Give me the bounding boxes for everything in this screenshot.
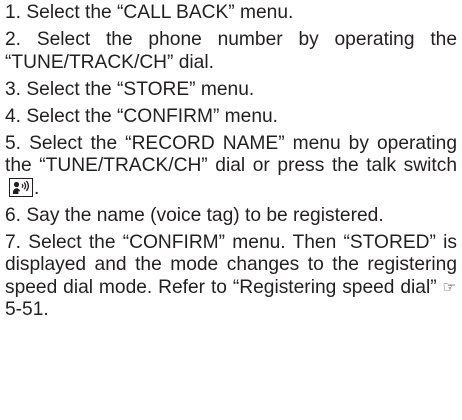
manual-page: { "steps": [ { "number": "1.", "text": "… bbox=[0, 0, 462, 420]
step-text: Select the “STORE” menu. bbox=[26, 78, 255, 100]
procedure-steps: 1. Select the “CALL BACK” menu. 2. Selec… bbox=[5, 2, 457, 326]
step-number: 2. bbox=[5, 28, 22, 50]
step-number: 5. bbox=[5, 132, 22, 154]
step-number: 7. bbox=[5, 231, 22, 253]
step-text: Select the “CONFIRM” menu. bbox=[26, 105, 278, 127]
page-reference-icon: ☞ bbox=[442, 278, 456, 296]
step-text: Select the “CALL BACK” menu. bbox=[26, 2, 294, 23]
step-number: 1. bbox=[5, 2, 22, 23]
step-5: 5. Select the “RECORD NAME” menu by oper… bbox=[5, 133, 457, 201]
reference-page[interactable]: 5-51 bbox=[5, 299, 43, 320]
step-1: 1. Select the “CALL BACK” menu. bbox=[5, 2, 457, 25]
step-text: Say the name (voice tag) to be registere… bbox=[26, 204, 384, 226]
step-3: 3. Select the “STORE” menu. bbox=[5, 79, 457, 102]
step-text-end: . bbox=[43, 299, 49, 321]
step-number: 6. bbox=[5, 204, 22, 226]
step-text-end: . bbox=[34, 177, 40, 199]
step-text: Select the “RECORD NAME” menu by operati… bbox=[5, 132, 457, 177]
step-number: 3. bbox=[5, 78, 22, 100]
step-4: 4. Select the “CONFIRM” menu. bbox=[5, 106, 457, 129]
step-7: 7. Select the “CONFIRM” menu. Then “STOR… bbox=[5, 232, 457, 322]
step-text: Select the phone number by operating the… bbox=[5, 28, 457, 73]
talk-switch-icon bbox=[9, 177, 33, 197]
step-2: 2. Select the phone number by operating … bbox=[5, 29, 457, 74]
step-text: Select the “CONFIRM” menu. Then “STORED”… bbox=[5, 231, 457, 298]
step-6: 6. Say the name (voice tag) to be regist… bbox=[5, 205, 457, 228]
step-number: 4. bbox=[5, 105, 22, 127]
